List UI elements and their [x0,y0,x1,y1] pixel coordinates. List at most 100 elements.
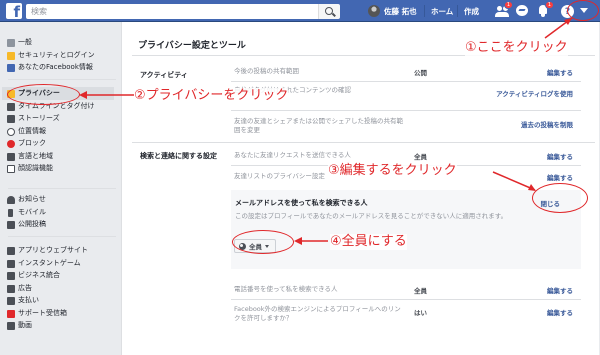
sidebar-item-label: お知らせ [18,195,46,204]
annotation-step-4: ④全員にする [330,234,407,250]
sidebar-item-label: 言語と地域 [18,151,53,160]
sidebar-item-label: 公開投稿 [18,220,46,229]
sidebar-item-instant-games[interactable]: インスタントゲーム [0,257,120,270]
sidebar-item-notifications[interactable]: お知らせ [0,193,120,206]
gear-icon [7,39,15,47]
activity-log-button[interactable]: アクティビティログを使用 [496,88,573,98]
divider [132,142,595,143]
friend-badge: 1 [503,1,513,9]
sidebar-item-label: ストーリーズ [18,114,60,123]
sidebar-item-label: 広告 [18,283,32,292]
divider [231,299,581,300]
top-navigation-bar: f 検索 佐藤 拓也 ホーム 作成 1 1 ? [0,0,600,22]
annotation-step-3: ③編集するをクリック [328,163,457,179]
sidebar-group-account: 一般 セキュリティとログイン あなたのFacebook情報 [0,36,120,74]
search-placeholder: 検索 [31,7,47,16]
facebook-icon [7,64,15,72]
limit-past-posts-button[interactable]: 過去の投稿を制限 [521,119,573,129]
sidebar-item-label: モバイル [18,207,46,216]
sidebar-item-label: ビジネス統合 [18,271,60,280]
stories-icon [7,115,15,123]
sidebar-item-label: セキュリティとログイン [18,50,95,59]
sidebar-group-notifications: お知らせ モバイル 公開投稿 [0,193,120,231]
edit-friend-requests-button[interactable]: 編集する [547,151,573,161]
facebook-logo-icon[interactable]: f [6,3,22,19]
profile-link[interactable]: 佐藤 拓也 [368,5,417,17]
email-search-setting-expanded: メールアドレスを使って私を検索できる人 閉じる この設定はプロフィールであなたの… [231,190,581,269]
divider [8,188,116,189]
face-recognition-icon [7,165,15,173]
sidebar-item-label: ブロック [18,139,46,148]
sidebar-item-apps[interactable]: アプリとウェブサイト [0,244,120,257]
bell-icon [7,196,15,204]
setting-value: 全員 [414,153,427,161]
sidebar-item-your-info[interactable]: あなたのFacebook情報 [0,61,120,74]
home-link[interactable]: ホーム [431,6,453,17]
annotation-circle-close [532,183,588,213]
sidebar-item-business[interactable]: ビジネス統合 [0,269,120,282]
business-icon [7,272,15,280]
user-name: 佐藤 拓也 [384,6,417,16]
apps-grid-icon [7,247,15,255]
setting-question: 友達の友達とシェアまたは公開でシェアした投稿の共有範囲を変更 [234,117,403,134]
edit-friend-list-button[interactable]: 編集する [547,172,573,182]
divider [231,81,581,82]
sidebar-item-videos[interactable]: 動画 [0,319,120,332]
setting-value: はい [414,309,427,317]
annotation-circle-account [567,0,599,21]
divider [424,5,425,17]
edit-future-posts-button[interactable]: 編集する [547,67,573,77]
sidebar-item-blocking[interactable]: ブロック [0,137,120,150]
messenger-icon[interactable] [515,4,529,18]
edit-phone-search-button[interactable]: 編集する [547,285,573,295]
create-link[interactable]: 作成 [464,6,479,17]
sidebar-item-label: アプリとウェブサイト [18,246,88,255]
sidebar-item-ads[interactable]: 広告 [0,282,120,295]
timeline-icon [7,102,15,111]
settings-sidebar: 一般 セキュリティとログイン あなたのFacebook情報 プライバシー タイム… [0,22,120,355]
language-icon [7,152,15,161]
sidebar-item-mobile[interactable]: モバイル [0,206,120,219]
sidebar-item-security[interactable]: セキュリティとログイン [0,49,120,62]
annotation-step-2: ②プライバシーをクリック [134,88,289,104]
sidebar-item-label: 支払い [18,296,39,305]
search-icon[interactable] [318,4,340,19]
sidebar-item-public-posts[interactable]: 公開投稿 [0,218,120,231]
support-inbox-icon [7,309,15,318]
sidebar-item-payments[interactable]: 支払い [0,294,120,307]
sidebar-item-label: サポート受信箱 [18,308,67,317]
setting-question: Facebook外の検索エンジンによるプロフィールへのリンクを許可しますか？ [234,305,401,322]
divider [457,5,458,17]
sidebar-item-language[interactable]: 言語と地域 [0,150,120,163]
sidebar-item-label: 位置情報 [18,126,46,135]
annotation-circle-privacy [7,84,80,105]
ads-icon [7,284,15,293]
sidebar-item-location[interactable]: 位置情報 [0,125,120,138]
expanded-setting-title: メールアドレスを使って私を検索できる人 [235,199,368,207]
sidebar-item-support-inbox[interactable]: サポート受信箱 [0,307,120,320]
search-input[interactable]: 検索 [26,4,332,19]
sidebar-item-stories[interactable]: ストーリーズ [0,112,120,125]
sidebar-group-apps: アプリとウェブサイト インスタントゲーム ビジネス統合 広告 支払い サポート受… [0,244,120,332]
divider [8,79,116,80]
page-title: プライバシー設定とツール [138,41,246,51]
setting-question: あなたに友達リクエストを送信できる人 [234,151,351,159]
sidebar-item-face-recognition[interactable]: 顔認識機能 [0,162,120,175]
sidebar-item-label: あなたのFacebook情報 [18,63,93,72]
payments-icon [7,297,15,305]
friend-requests-icon[interactable]: 1 [495,1,513,18]
section-label-activity: アクティビティ [140,71,188,79]
rss-icon [7,221,15,229]
shield-icon [7,51,15,60]
notification-badge: 1 [544,1,554,9]
sidebar-item-general[interactable]: 一般 [0,36,120,49]
notifications-icon[interactable]: 1 [536,1,554,18]
edit-search-engine-button[interactable]: 編集する [547,307,573,317]
sidebar-item-label: 動画 [18,321,32,330]
annotation-circle-audience [232,230,294,254]
sidebar-item-label: インスタントゲーム [18,258,81,267]
video-icon [7,322,15,330]
game-controller-icon [7,259,15,268]
sidebar-item-label: 顔認識機能 [18,164,53,173]
avatar [368,5,380,17]
